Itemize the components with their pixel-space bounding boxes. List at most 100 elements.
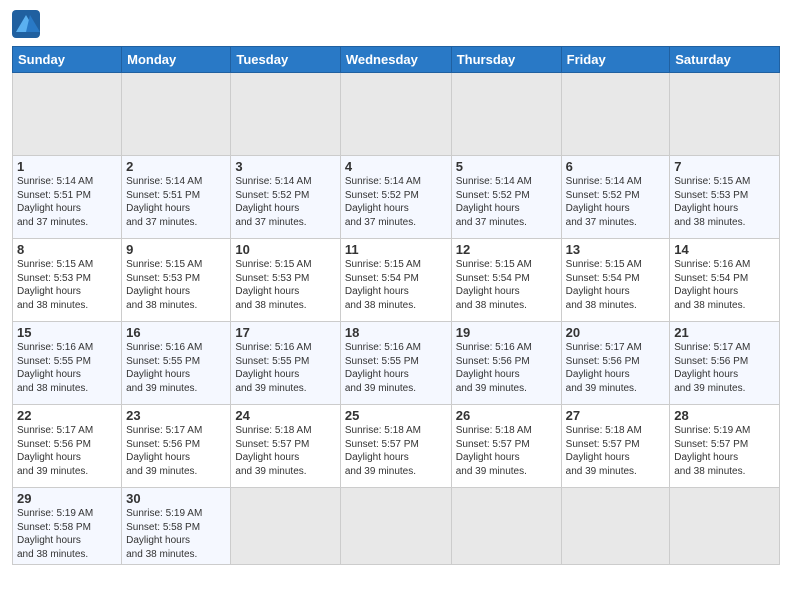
day-info: Sunrise: 5:16 AMSunset: 5:55 PMDaylight …	[17, 341, 117, 395]
day-info: Sunrise: 5:17 AMSunset: 5:56 PMDaylight …	[674, 341, 775, 395]
calendar-cell: 4Sunrise: 5:14 AMSunset: 5:52 PMDaylight…	[340, 156, 451, 239]
day-number: 27	[566, 408, 666, 423]
day-number: 5	[456, 159, 557, 174]
calendar-cell: 10Sunrise: 5:15 AMSunset: 5:53 PMDayligh…	[231, 239, 340, 322]
day-number: 14	[674, 242, 775, 257]
logo-icon	[12, 10, 40, 38]
calendar-cell: 14Sunrise: 5:16 AMSunset: 5:54 PMDayligh…	[670, 239, 780, 322]
day-info: Sunrise: 5:16 AMSunset: 5:55 PMDaylight …	[345, 341, 447, 395]
day-number: 30	[126, 491, 226, 506]
header	[12, 10, 780, 38]
calendar-cell: 11Sunrise: 5:15 AMSunset: 5:54 PMDayligh…	[340, 239, 451, 322]
header-monday: Monday	[122, 47, 231, 73]
calendar-cell: 8Sunrise: 5:15 AMSunset: 5:53 PMDaylight…	[13, 239, 122, 322]
day-info: Sunrise: 5:16 AMSunset: 5:55 PMDaylight …	[235, 341, 335, 395]
calendar-cell: 28Sunrise: 5:19 AMSunset: 5:57 PMDayligh…	[670, 405, 780, 488]
day-info: Sunrise: 5:16 AMSunset: 5:56 PMDaylight …	[456, 341, 557, 395]
day-number: 15	[17, 325, 117, 340]
calendar-cell: 18Sunrise: 5:16 AMSunset: 5:55 PMDayligh…	[340, 322, 451, 405]
day-info: Sunrise: 5:18 AMSunset: 5:57 PMDaylight …	[566, 424, 666, 478]
header-friday: Friday	[561, 47, 670, 73]
day-info: Sunrise: 5:15 AMSunset: 5:54 PMDaylight …	[566, 258, 666, 312]
calendar-week-5: 29Sunrise: 5:19 AMSunset: 5:58 PMDayligh…	[13, 488, 780, 565]
day-info: Sunrise: 5:14 AMSunset: 5:51 PMDaylight …	[17, 175, 117, 229]
calendar-week-3: 15Sunrise: 5:16 AMSunset: 5:55 PMDayligh…	[13, 322, 780, 405]
day-info: Sunrise: 5:15 AMSunset: 5:53 PMDaylight …	[126, 258, 226, 312]
day-info: Sunrise: 5:15 AMSunset: 5:53 PMDaylight …	[674, 175, 775, 229]
calendar-cell: 20Sunrise: 5:17 AMSunset: 5:56 PMDayligh…	[561, 322, 670, 405]
day-number: 17	[235, 325, 335, 340]
day-info: Sunrise: 5:19 AMSunset: 5:58 PMDaylight …	[17, 507, 117, 561]
day-number: 10	[235, 242, 335, 257]
calendar-cell	[231, 73, 340, 156]
day-number: 1	[17, 159, 117, 174]
day-number: 8	[17, 242, 117, 257]
calendar-cell: 23Sunrise: 5:17 AMSunset: 5:56 PMDayligh…	[122, 405, 231, 488]
calendar-week-2: 8 Sunrise: 5:15 AMSunset: 5:53 PMDaylight…	[13, 239, 780, 322]
calendar-week-4: 22Sunrise: 5:17 AMSunset: 5:56 PMDayligh…	[13, 405, 780, 488]
calendar-cell	[451, 73, 561, 156]
day-info: Sunrise: 5:15 AMSunset: 5:53 PMDaylight …	[235, 258, 335, 312]
calendar-cell: 16Sunrise: 5:16 AMSunset: 5:55 PMDayligh…	[122, 322, 231, 405]
day-number: 9	[126, 242, 226, 257]
calendar-cell	[340, 488, 451, 565]
calendar-cell	[670, 488, 780, 565]
calendar-cell: 29Sunrise: 5:19 AMSunset: 5:58 PMDayligh…	[13, 488, 122, 565]
calendar-cell	[670, 73, 780, 156]
calendar-cell: 1Sunrise: 5:14 AMSunset: 5:51 PMDaylight…	[13, 156, 122, 239]
day-number: 24	[235, 408, 335, 423]
day-number: 19	[456, 325, 557, 340]
calendar-cell: 17Sunrise: 5:16 AMSunset: 5:55 PMDayligh…	[231, 322, 340, 405]
calendar-cell	[340, 73, 451, 156]
day-info: Sunrise: 5:14 AMSunset: 5:52 PMDaylight …	[235, 175, 335, 229]
day-number: 2	[126, 159, 226, 174]
calendar-cell: 7Sunrise: 5:15 AMSunset: 5:53 PMDaylight…	[670, 156, 780, 239]
day-info: Sunrise: 5:14 AMSunset: 5:52 PMDaylight …	[566, 175, 666, 229]
calendar-cell	[231, 488, 340, 565]
calendar-cell: 12Sunrise: 5:15 AMSunset: 5:54 PMDayligh…	[451, 239, 561, 322]
day-info: Sunrise: 5:18 AMSunset: 5:57 PMDaylight …	[456, 424, 557, 478]
day-number: 12	[456, 242, 557, 257]
calendar-cell: 13Sunrise: 5:15 AMSunset: 5:54 PMDayligh…	[561, 239, 670, 322]
day-number: 11	[345, 242, 447, 257]
calendar-cell: 30Sunrise: 5:19 AMSunset: 5:58 PMDayligh…	[122, 488, 231, 565]
calendar-cell	[561, 73, 670, 156]
day-number: 3	[235, 159, 335, 174]
calendar-table: SundayMondayTuesdayWednesdayThursdayFrid…	[12, 46, 780, 565]
day-number: 25	[345, 408, 447, 423]
calendar-cell	[561, 488, 670, 565]
day-info: Sunrise: 5:17 AMSunset: 5:56 PMDaylight …	[566, 341, 666, 395]
calendar-week-1: 1Sunrise: 5:14 AMSunset: 5:51 PMDaylight…	[13, 156, 780, 239]
day-number: 13	[566, 242, 666, 257]
header-tuesday: Tuesday	[231, 47, 340, 73]
calendar-cell: 22Sunrise: 5:17 AMSunset: 5:56 PMDayligh…	[13, 405, 122, 488]
day-info: Sunrise: 5:18 AMSunset: 5:57 PMDaylight …	[345, 424, 447, 478]
day-info: Sunrise: 5:14 AMSunset: 5:51 PMDaylight …	[126, 175, 226, 229]
header-saturday: Saturday	[670, 47, 780, 73]
calendar-cell: 25Sunrise: 5:18 AMSunset: 5:57 PMDayligh…	[340, 405, 451, 488]
day-number: 7	[674, 159, 775, 174]
day-number: 23	[126, 408, 226, 423]
day-info: Sunrise: 5:16 AMSunset: 5:54 PMDaylight …	[674, 258, 775, 312]
main-container: SundayMondayTuesdayWednesdayThursdayFrid…	[0, 0, 792, 573]
day-info: Sunrise: 5:17 AMSunset: 5:56 PMDaylight …	[17, 424, 117, 478]
day-number: 6	[566, 159, 666, 174]
day-number: 22	[17, 408, 117, 423]
calendar-cell: 2Sunrise: 5:14 AMSunset: 5:51 PMDaylight…	[122, 156, 231, 239]
calendar-cell	[122, 73, 231, 156]
day-info: Sunrise: 5:14 AMSunset: 5:52 PMDaylight …	[345, 175, 447, 229]
day-number: 28	[674, 408, 775, 423]
day-info: Sunrise: 5:15 AMSunset: 5:54 PMDaylight …	[345, 258, 447, 312]
calendar-cell: 3Sunrise: 5:14 AMSunset: 5:52 PMDaylight…	[231, 156, 340, 239]
day-info: Sunrise: 5:16 AMSunset: 5:55 PMDaylight …	[126, 341, 226, 395]
calendar-cell: 5Sunrise: 5:14 AMSunset: 5:52 PMDaylight…	[451, 156, 561, 239]
day-info: Sunrise: 5:14 AMSunset: 5:52 PMDaylight …	[456, 175, 557, 229]
calendar-cell: 9Sunrise: 5:15 AMSunset: 5:53 PMDaylight…	[122, 239, 231, 322]
day-number: 4	[345, 159, 447, 174]
calendar-cell: 27Sunrise: 5:18 AMSunset: 5:57 PMDayligh…	[561, 405, 670, 488]
calendar-cell: 19Sunrise: 5:16 AMSunset: 5:56 PMDayligh…	[451, 322, 561, 405]
day-number: 16	[126, 325, 226, 340]
calendar-cell: 6Sunrise: 5:14 AMSunset: 5:52 PMDaylight…	[561, 156, 670, 239]
day-number: 20	[566, 325, 666, 340]
header-sunday: Sunday	[13, 47, 122, 73]
